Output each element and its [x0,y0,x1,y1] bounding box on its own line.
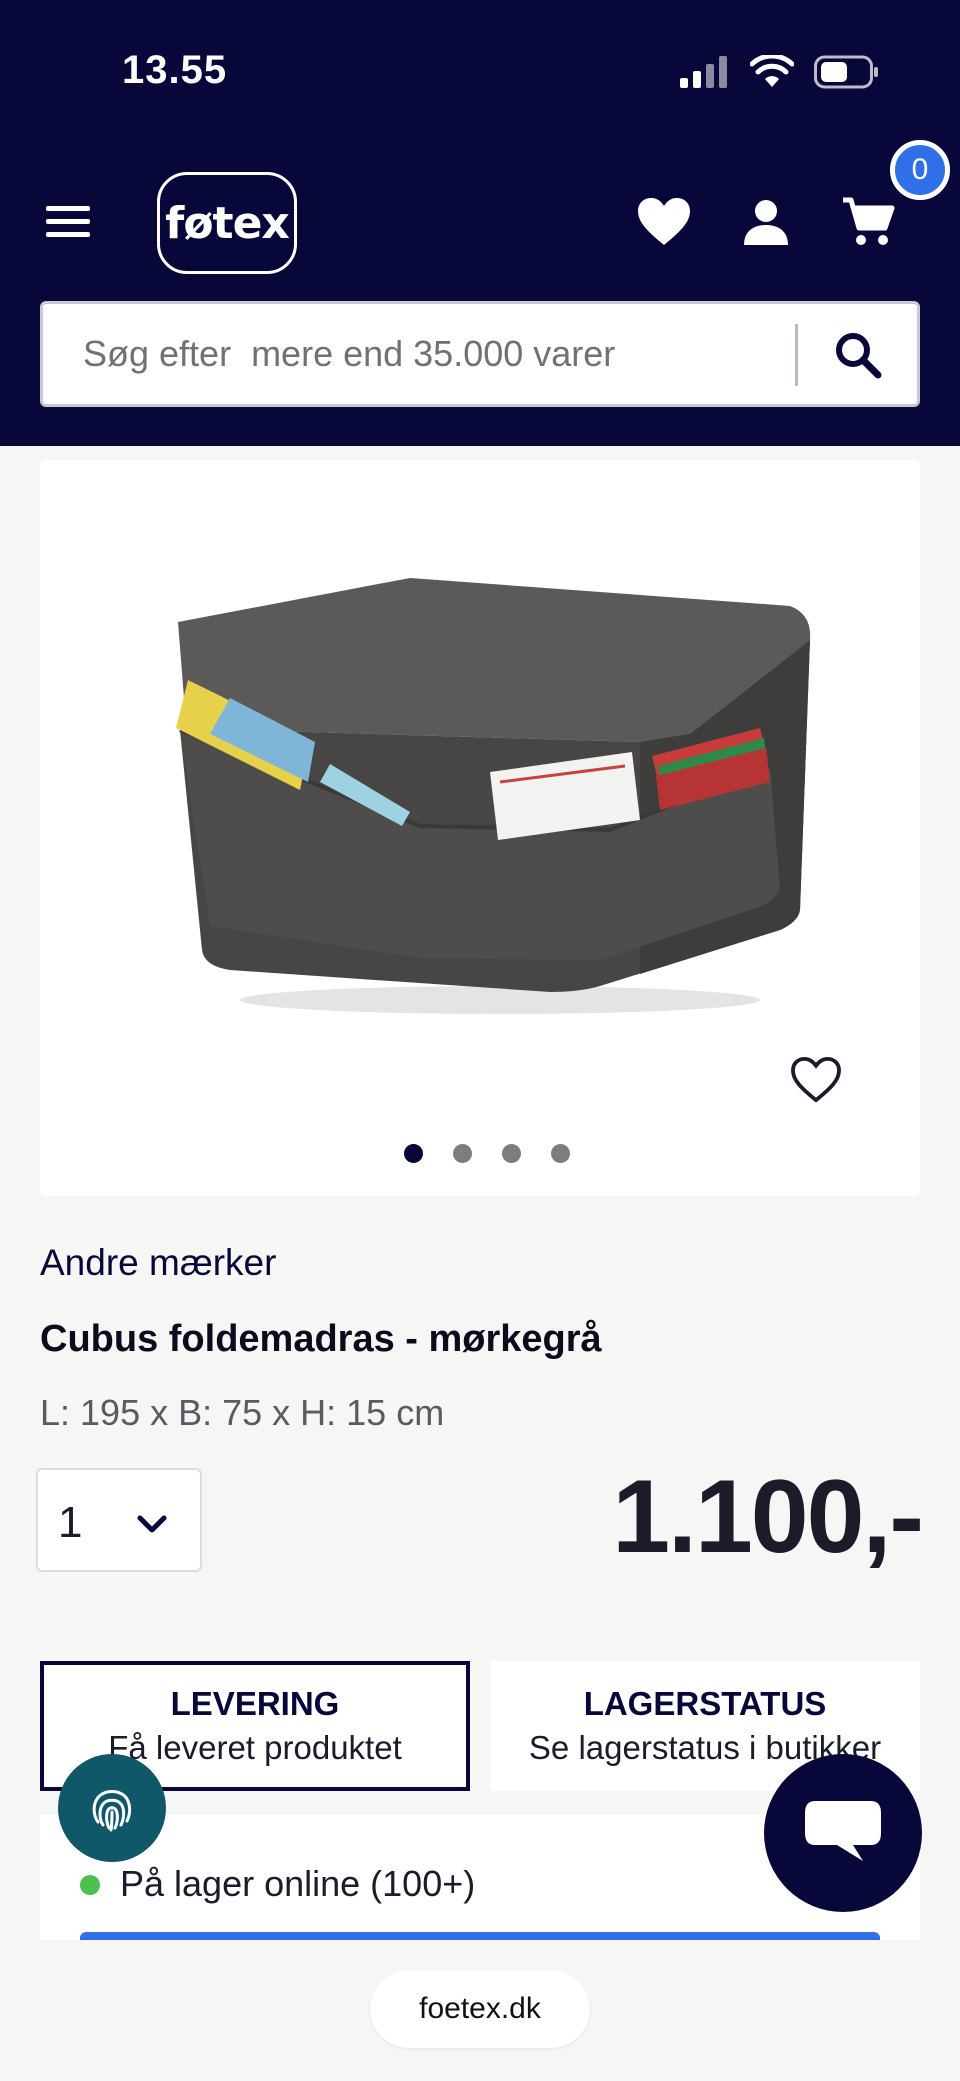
stock-status-text: På lager online (100+) [120,1863,476,1904]
quantity-value: 1 [58,1498,83,1547]
status-bar: 13.55 [0,0,960,140]
heart-outline-icon [791,1056,841,1103]
gallery-dot-3[interactable] [502,1144,521,1163]
chat-button[interactable] [764,1754,922,1912]
search-bar [40,301,920,407]
wifi-icon [750,55,794,87]
status-time: 13.55 [122,48,228,92]
search-icon [836,333,882,379]
search-divider [795,324,798,386]
cart-button[interactable] [838,192,898,252]
search-input[interactable] [83,304,823,404]
privacy-settings-button[interactable] [58,1754,166,1862]
site-header: 13.55 føtex 0 Søg efter mere end 35.000 … [0,0,960,446]
product-dimensions: L: 195 x B: 75 x H: 15 cm [40,1392,445,1433]
user-icon [744,200,788,245]
logo[interactable]: føtex [157,172,297,274]
cellular-signal-icon [680,56,727,88]
url-field[interactable]: foetex.dk [370,1970,590,2048]
gallery-dot-1[interactable] [404,1144,423,1163]
product-image [176,578,811,1014]
add-to-favorites-button[interactable] [786,1050,846,1110]
gallery-dot-2[interactable] [453,1144,472,1163]
gallery-dot-4[interactable] [551,1144,570,1163]
product-brand-link[interactable]: Andre mærker [40,1242,276,1284]
in-stock-indicator [80,1875,100,1895]
menu-button[interactable] [44,202,94,242]
product-title: Cubus foldemadras - mørkegrå [40,1318,602,1360]
product-price: 1.100,- [612,1459,924,1575]
heart-icon [638,198,690,245]
gallery-pagination [404,1144,570,1163]
menu-icon [46,206,90,237]
status-icons [680,52,880,92]
favorites-button[interactable] [634,192,694,252]
tab-stock-title: LAGERSTATUS [583,1685,827,1722]
cart-count-badge: 0 [890,140,950,200]
quantity-select[interactable]: 1 [36,1468,202,1572]
product-image-gallery[interactable] [40,460,920,1196]
nav-row: føtex [0,168,960,278]
tab-delivery-title: LEVERING [170,1685,340,1722]
account-button[interactable] [736,192,796,252]
cart-icon [843,197,895,245]
tab-delivery-subtitle: Få leveret produktet [108,1729,402,1766]
search-button[interactable] [823,322,893,388]
fingerprint-icon [92,1790,132,1832]
browser-address-bar: foetex.dk [0,1940,960,2081]
chat-bubble-icon [805,1801,881,1861]
chevron-down-icon [137,1515,167,1533]
battery-icon [814,55,878,89]
